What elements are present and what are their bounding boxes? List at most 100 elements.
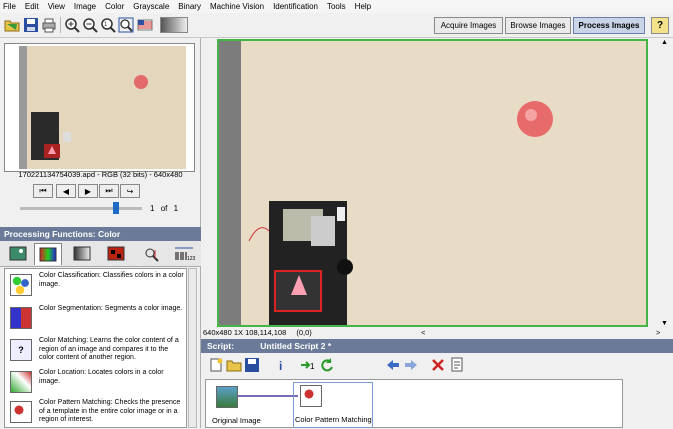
save-icon [24,18,38,32]
page-total: 1 [173,204,179,213]
zoom-1-1-button[interactable]: 1 [99,16,117,34]
color-segmentation-icon [10,307,32,329]
list-item-color-location[interactable]: Color Location: Locates colors in a colo… [7,369,185,397]
zoom-out-icon [83,18,98,33]
list-item-color-segmentation[interactable]: Color Segmentation: Segments a color ima… [7,305,185,333]
page-indicator: 1 of 1 [150,204,178,213]
thumbnail-scene [19,46,186,169]
lookup-gradient-swatch[interactable] [160,17,188,33]
thumbnail-frame[interactable] [4,43,195,172]
processing-tabs: 123 [0,241,201,267]
arrow-left-icon [387,360,399,370]
menu-binary[interactable]: Binary [178,2,201,11]
acquire-images-button[interactable]: Acquire Images [434,17,503,34]
zoom-fit-button[interactable] [117,16,135,34]
image-info: 640x480 1X 108,114,108 [203,328,287,337]
menu-help[interactable]: Help [355,2,371,11]
color-pattern-matching-step-icon [300,385,322,407]
svg-text:123: 123 [187,256,195,262]
prev-image-button[interactable]: ◀ [56,184,76,198]
process-images-button[interactable]: Process Images [573,17,645,34]
zoom-out-button[interactable] [81,16,99,34]
goto-image-button[interactable]: ↪ [120,184,140,198]
image-slider-thumb[interactable] [113,202,119,214]
menu-image[interactable]: Image [74,2,96,11]
color-matching-icon: ? [10,339,32,361]
svg-text:1: 1 [310,362,315,371]
new-script-button[interactable] [207,356,225,374]
move-step-right-button[interactable] [402,356,420,374]
list-item-color-pattern-matching[interactable]: Color Pattern Matching: Checks the prese… [7,399,185,427]
tab-image-functions[interactable] [4,243,32,265]
run-continuous-button[interactable] [318,356,336,374]
zoom-actual-icon: 1 [101,18,116,33]
run-once-button[interactable]: 1 [299,356,317,374]
open-image-button[interactable] [3,16,21,34]
image-thumbnail[interactable] [19,46,186,169]
menu-color[interactable]: Color [105,2,124,11]
menu-machine-vision[interactable]: Machine Vision [210,2,264,11]
original-image-icon [216,386,238,408]
menu-edit[interactable]: Edit [25,2,39,11]
tab-machine-vision-functions[interactable] [138,243,166,265]
processing-functions-header: Processing Functions: Color [0,227,201,241]
barcode-icon: 123 [175,247,195,262]
color-location-icon [10,371,32,393]
script-step-original-image[interactable]: Original Image [210,384,290,429]
help-button[interactable]: ? [651,17,669,34]
next-image-button[interactable]: ▶ [78,184,98,198]
image-functions-icon [9,246,27,261]
main-toolbar: 1 Acquire Images Browse Images Process I… [0,13,673,38]
menu-view[interactable]: View [48,2,65,11]
open-script-button[interactable] [225,356,243,374]
tab-identification-functions[interactable]: 123 [170,243,198,265]
new-script-icon [210,358,223,372]
script-toolbar: i 1 [201,353,673,377]
print-button[interactable] [40,16,58,34]
image-slider-track[interactable] [20,207,142,210]
script-info-button[interactable]: i [272,356,290,374]
menu-grayscale[interactable]: Grayscale [133,2,169,11]
binary-functions-icon [107,246,125,261]
list-item-color-matching[interactable]: ? Color Matching: Learns the color conte… [7,337,185,365]
script-step-color-pattern-matching[interactable]: Color Pattern Matching [293,382,373,428]
save-script-button[interactable] [243,356,261,374]
color-palette-button[interactable] [136,16,154,34]
image-status-bar: 640x480 1X 108,114,108 (0,0) < > [201,327,673,339]
first-image-button[interactable]: ⏮ [33,184,53,198]
script-label: Script: [207,341,234,351]
zoom-in-button[interactable] [63,16,81,34]
image-display[interactable] [217,39,648,327]
folder-icon [4,20,20,32]
image-viewer: ▲ ▼ [201,38,673,327]
tab-color-functions[interactable] [34,243,62,265]
menu-identification[interactable]: Identification [273,2,318,11]
grayscale-functions-icon [73,246,91,261]
scroll-left-arrow[interactable]: < [421,327,425,339]
script-steps-canvas: Original Image Color Pattern Matching [205,379,623,428]
thumbnail-filename: 170221134754039.apd - RGB (32 bits) - 64… [18,170,183,179]
delete-step-button[interactable] [429,356,447,374]
menu-tools[interactable]: Tools [327,2,346,11]
browse-images-button[interactable]: Browse Images [505,17,571,34]
svg-text:i: i [279,359,282,373]
move-step-left-button[interactable] [384,356,402,374]
caliper-icon [145,248,159,262]
scroll-right-arrow[interactable]: > [656,327,660,339]
export-script-button[interactable] [449,356,467,374]
cursor-coords: (0,0) [296,328,312,337]
list-item-color-classification[interactable]: Color Classification: Classifies colors … [7,272,185,300]
image-vertical-scrollbar[interactable]: ▲ ▼ [661,39,671,327]
script-header: Script: Untitled Script 2 * [201,339,673,353]
color-functions-icon [39,247,57,261]
tab-grayscale-functions[interactable] [68,243,96,265]
tab-binary-functions[interactable] [102,243,130,265]
color-pattern-matching-icon [10,401,32,423]
script-name: Untitled Script 2 * [260,341,332,351]
run-once-icon: 1 [301,361,315,371]
menu-file[interactable]: File [3,2,16,11]
last-image-button[interactable]: ⏭ [99,184,119,198]
functions-scrollbar[interactable] [188,268,197,428]
processing-functions-list: Color Classification: Classifies colors … [4,268,187,428]
save-image-button[interactable] [22,16,40,34]
